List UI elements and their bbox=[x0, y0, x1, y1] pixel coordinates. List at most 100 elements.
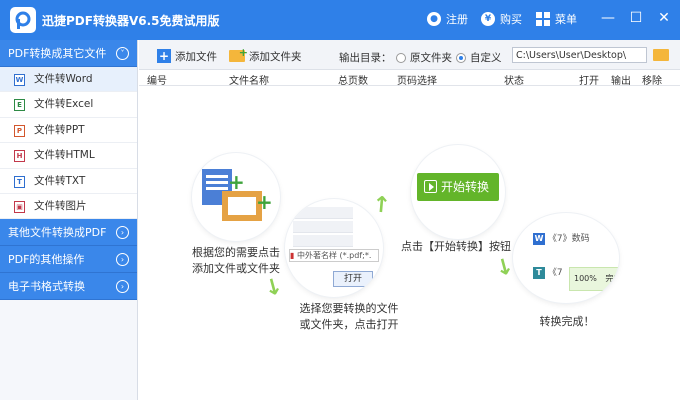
chevron-down-icon: ˅ bbox=[116, 47, 129, 60]
sidebar-group-pdf-to-other[interactable]: PDF转换成其它文件 ˅ bbox=[0, 40, 137, 67]
close-button[interactable]: ✕ bbox=[656, 10, 672, 26]
done-status-text: 完成 bbox=[605, 274, 619, 283]
sidebar-item-label: 文件转图片 bbox=[34, 199, 87, 212]
col-status: 状态 bbox=[504, 76, 524, 87]
minimize-button[interactable]: — bbox=[600, 10, 616, 26]
sidebar-group-other-to-pdf[interactable]: 其他文件转换成PDF › bbox=[0, 219, 137, 247]
word-file-icon: W bbox=[14, 74, 25, 86]
folder-add-icon bbox=[229, 46, 248, 62]
dialog-open-button: 打开 bbox=[333, 271, 373, 287]
radio-dot-selected bbox=[456, 52, 466, 63]
col-pages: 总页数 bbox=[338, 76, 368, 87]
start-convert-text: 开始转换 bbox=[441, 180, 490, 194]
sidebar-group-label: 其他文件转换成PDF bbox=[8, 226, 107, 240]
add-file-label: 添加文件 bbox=[175, 50, 217, 63]
chevron-right-icon: › bbox=[116, 280, 129, 294]
register-button[interactable]: ● 注册 bbox=[427, 10, 468, 28]
buy-label: 购买 bbox=[500, 13, 522, 26]
html-file-icon: H bbox=[14, 150, 25, 163]
col-page-select: 页码选择 bbox=[397, 76, 437, 87]
menu-label: 菜单 bbox=[555, 13, 577, 26]
done-progress-box: 100% 完成 bbox=[569, 267, 619, 291]
step4-text: 转换完成！ bbox=[539, 315, 595, 328]
buy-button[interactable]: ¥ 购买 bbox=[481, 10, 522, 28]
col-number: 编号 bbox=[147, 76, 167, 87]
col-remove: 移除 bbox=[642, 76, 662, 87]
step1-caption: 根据您的需要点击 添加文件或文件夹 bbox=[179, 245, 293, 277]
dialog-file-row bbox=[293, 221, 353, 233]
original-folder-radio[interactable]: 原文件夹 bbox=[396, 50, 452, 65]
step2-circle: ▮ 中外著名样 (*.pdf;*. 打开 bbox=[285, 199, 383, 297]
radio-dot bbox=[396, 52, 406, 63]
sidebar-group-label: PDF的其他操作 bbox=[8, 253, 85, 267]
svg-text:+: + bbox=[256, 190, 273, 214]
add-folder-label: 添加文件夹 bbox=[249, 50, 302, 63]
step4-circle: W 《7》数码 T 《7 100% 完成 bbox=[513, 213, 619, 303]
sidebar-item-ppt[interactable]: P 文件转PPT bbox=[0, 117, 137, 144]
sidebar-item-word[interactable]: W 文件转Word bbox=[0, 67, 137, 93]
step1-circle: + + bbox=[192, 153, 280, 241]
sidebar-item-excel[interactable]: E 文件转Excel bbox=[0, 92, 137, 118]
user-icon: ● bbox=[427, 12, 441, 26]
start-convert-illustration: 开始转换 bbox=[417, 173, 499, 201]
sidebar-item-label: 文件转Excel bbox=[34, 98, 94, 111]
step1-text: 根据您的需要点击 添加文件或文件夹 bbox=[192, 246, 280, 275]
step4-caption: 转换完成！ bbox=[527, 314, 607, 330]
dialog-path-text: 中外著名样 bbox=[296, 251, 337, 260]
browse-folder-icon[interactable] bbox=[653, 49, 669, 61]
dialog-file-row bbox=[293, 235, 353, 247]
app-logo-icon bbox=[10, 7, 36, 33]
chevron-right-icon: › bbox=[116, 253, 129, 267]
pdf-file-icon: ▮ bbox=[290, 251, 295, 260]
output-path-input[interactable] bbox=[512, 47, 647, 63]
toolbar: + 添加文件 添加文件夹 输出目录： 原文件夹 自定义 bbox=[139, 40, 680, 70]
maximize-button[interactable]: ☐ bbox=[628, 10, 644, 26]
original-folder-label: 原文件夹 bbox=[410, 52, 452, 64]
word-file-icon: W bbox=[533, 233, 545, 245]
svg-text:+: + bbox=[228, 170, 245, 194]
chevron-right-icon: › bbox=[116, 226, 129, 240]
step2-text: 选择您要转换的文件 或文件夹，点击打开 bbox=[299, 302, 399, 331]
step3-circle: 开始转换 bbox=[411, 145, 505, 239]
title-bar: 迅捷PDF转换器V6.5免费试用版 ● 注册 ¥ 购买 菜单 — ☐ ✕ bbox=[0, 0, 680, 40]
col-open: 打开 bbox=[579, 76, 599, 87]
play-icon bbox=[424, 180, 437, 193]
done-progress-value: 100% bbox=[574, 274, 597, 283]
done-row1-text: 《7》数码 bbox=[547, 234, 590, 244]
sidebar-item-txt[interactable]: T 文件转TXT bbox=[0, 168, 137, 194]
add-files-illustration-icon: + + bbox=[202, 169, 273, 221]
excel-file-icon: E bbox=[14, 99, 25, 112]
done-row-2: T 《7 bbox=[533, 265, 563, 279]
sidebar-group-pdf-operations[interactable]: PDF的其他操作 › bbox=[0, 246, 137, 274]
sidebar-item-label: 文件转PPT bbox=[34, 123, 85, 136]
sidebar-item-image[interactable]: ▣ 文件转图片 bbox=[0, 193, 137, 220]
custom-folder-label: 自定义 bbox=[470, 52, 502, 64]
sidebar-group-label: 电子书格式转换 bbox=[8, 280, 85, 294]
file-table-header: 编号 文件名称 总页数 页码选择 状态 打开 输出 移除 bbox=[139, 70, 680, 87]
usage-guide: + + 根据您的需要点击 添加文件或文件夹 ↘ ▮ 中外著名样 (*.pdf;*… bbox=[139, 87, 680, 400]
dialog-filter-text: (*.pdf;*. bbox=[339, 251, 372, 260]
yen-icon: ¥ bbox=[481, 12, 495, 26]
sidebar-item-html[interactable]: H 文件转HTML bbox=[0, 143, 137, 169]
dialog-file-row bbox=[293, 207, 353, 219]
sidebar-item-label: 文件转Word bbox=[34, 73, 93, 85]
dialog-filename-field: ▮ 中外著名样 (*.pdf;*. bbox=[289, 249, 379, 262]
image-file-icon: ▣ bbox=[14, 200, 25, 213]
sidebar-item-label: 文件转HTML bbox=[34, 149, 95, 162]
done-row-1: W 《7》数码 bbox=[533, 231, 590, 245]
output-dir-label: 输出目录： bbox=[339, 52, 392, 64]
sidebar: PDF转换成其它文件 ˅ W 文件转Word E 文件转Excel P 文件转P… bbox=[0, 40, 138, 400]
col-filename: 文件名称 bbox=[229, 76, 269, 87]
menu-button[interactable]: 菜单 bbox=[536, 10, 577, 28]
txt-file-icon: T bbox=[14, 175, 25, 188]
sidebar-item-label: 文件转TXT bbox=[34, 174, 86, 187]
sidebar-group-ebook[interactable]: 电子书格式转换 › bbox=[0, 273, 137, 301]
done-row2-text: 《7 bbox=[547, 268, 563, 278]
add-file-button[interactable]: + 添加文件 bbox=[157, 48, 217, 64]
register-label: 注册 bbox=[446, 13, 468, 26]
custom-folder-radio[interactable]: 自定义 bbox=[456, 50, 502, 65]
add-folder-button[interactable]: 添加文件夹 bbox=[229, 46, 302, 64]
plus-icon: + bbox=[157, 49, 171, 63]
step3-text: 点击【开始转换】按钮 bbox=[401, 240, 511, 253]
app-title: 迅捷PDF转换器V6.5免费试用版 bbox=[42, 14, 220, 28]
